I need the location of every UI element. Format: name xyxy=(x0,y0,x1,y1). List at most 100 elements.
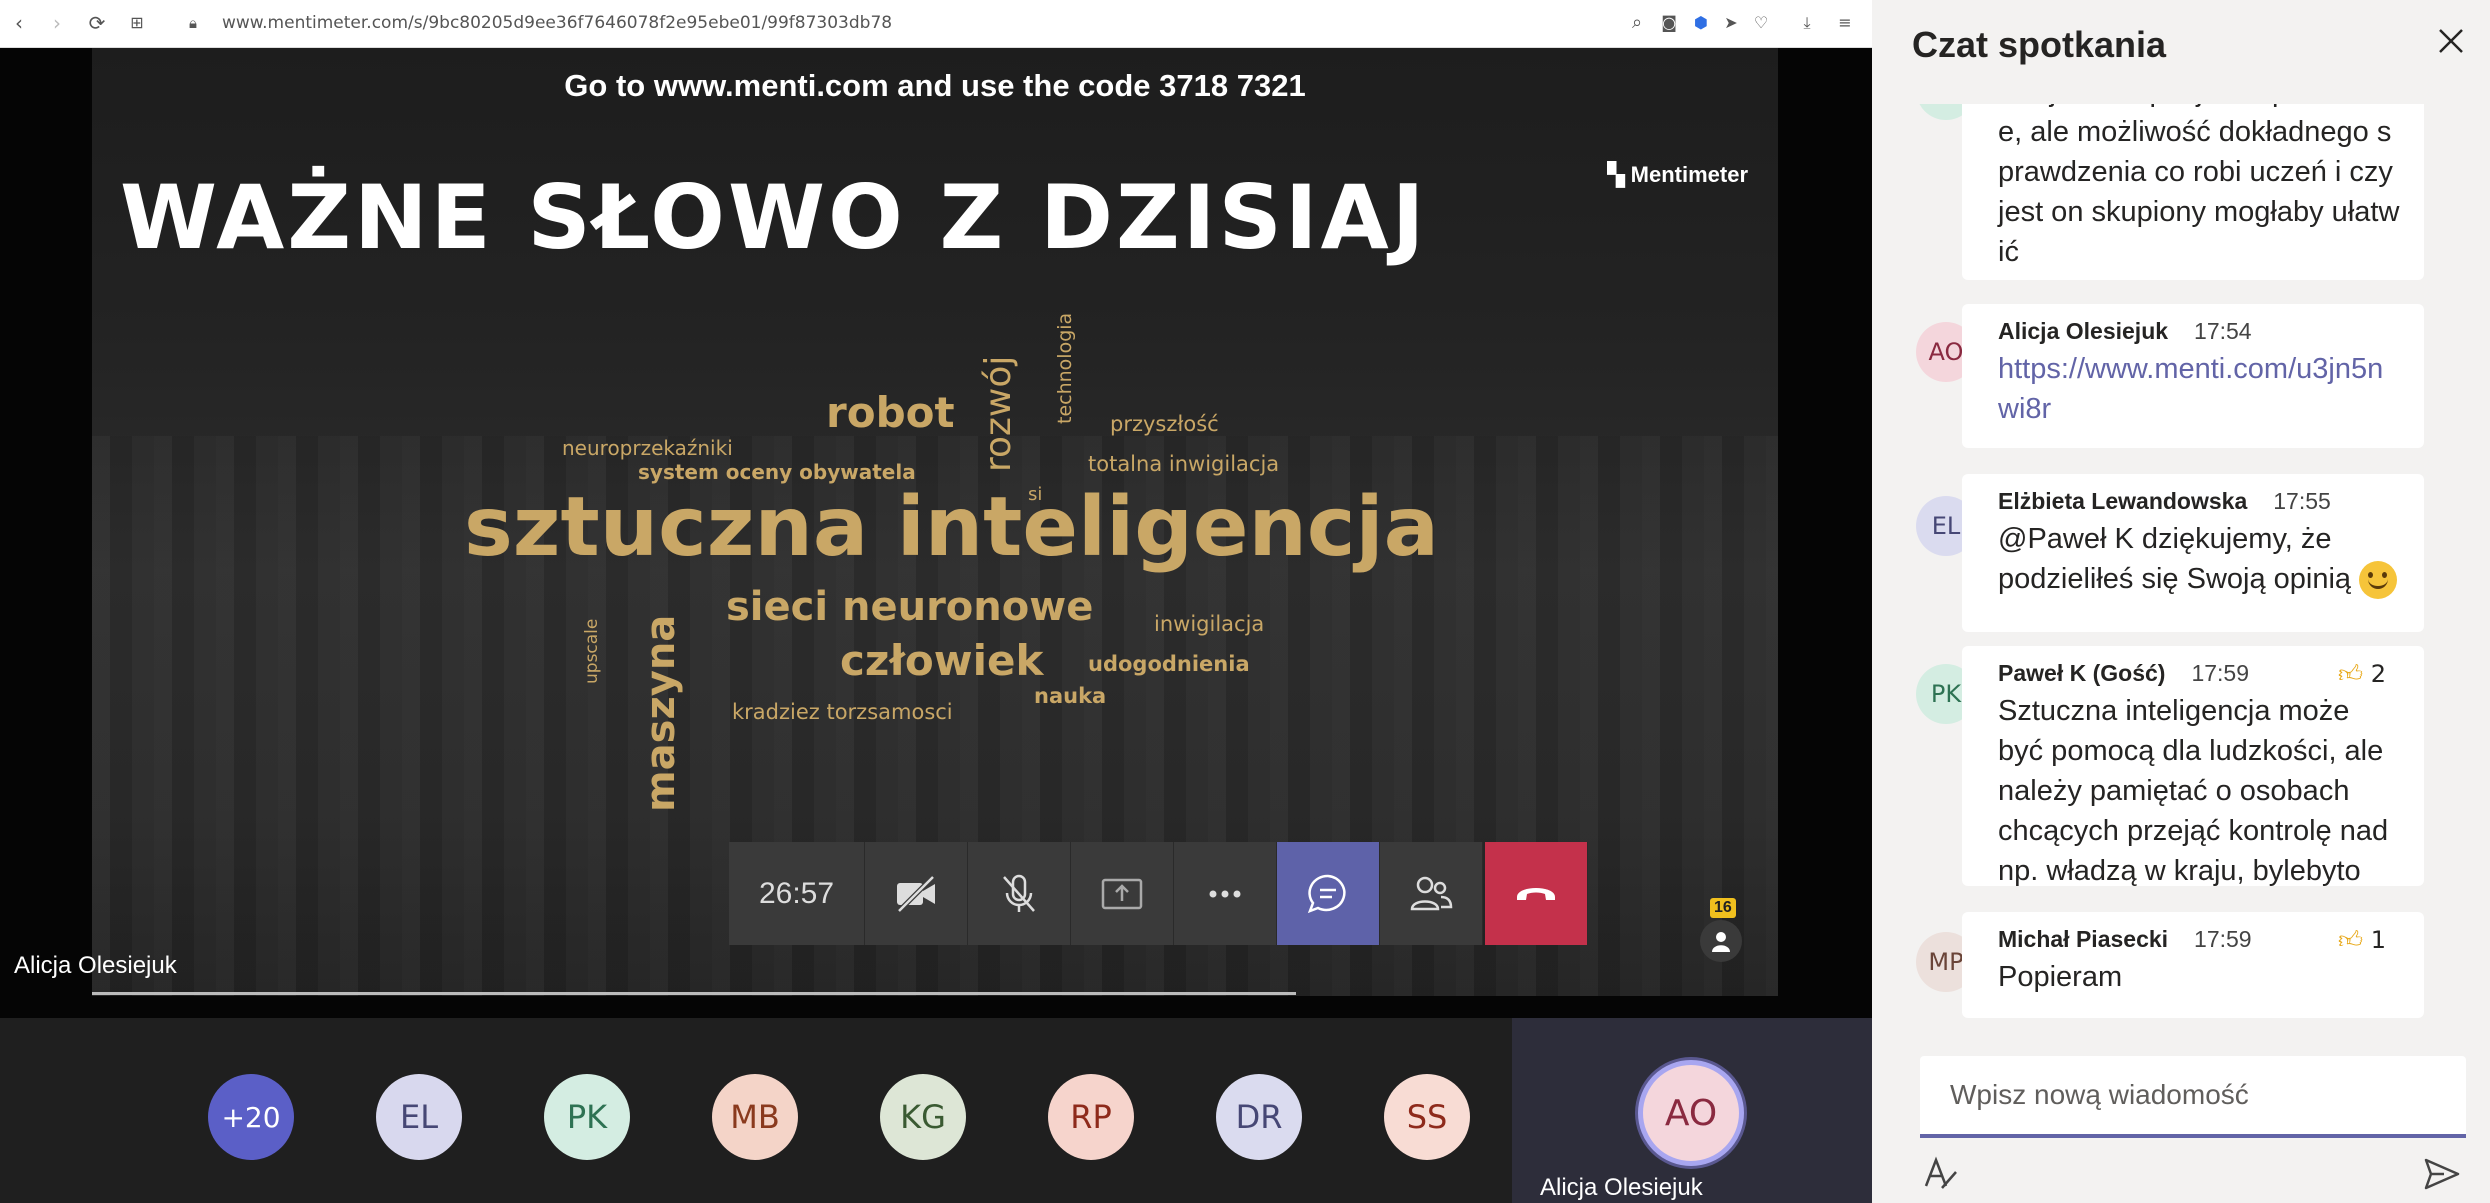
word-cloud-item: przyszłość xyxy=(1110,412,1219,436)
reaction-count: 1 xyxy=(2370,926,2386,954)
presenter-name: Alicja Olesiejuk xyxy=(14,952,177,979)
microphone-off-icon xyxy=(1003,874,1035,912)
heart-icon[interactable]: ♡ xyxy=(1750,12,1772,34)
message-list[interactable]: Nie jest to specjalnie potrzebne, ale mo… xyxy=(1872,104,2490,1024)
camera-icon[interactable]: ◙ xyxy=(1658,12,1680,34)
message-body: Sztuczna inteligencja może być pomocą dl… xyxy=(1998,695,2389,886)
reload-icon[interactable]: ⟳ xyxy=(86,12,108,34)
send-icon[interactable]: ➤ xyxy=(1720,12,1742,34)
self-video-tile[interactable]: AO Alicja Olesiejuk xyxy=(1512,1018,1872,1203)
chat-message[interactable]: Nie jest to specjalnie potrzebne, ale mo… xyxy=(1962,104,2424,280)
reaction[interactable]: 👍︎ 1 xyxy=(2338,926,2386,955)
camera-off-icon xyxy=(897,874,935,913)
thumbs-up-icon: 👍︎ xyxy=(2337,660,2364,688)
word-cloud-item: sztuczna inteligencja xyxy=(464,480,1439,575)
self-avatar: AO xyxy=(1638,1060,1744,1166)
slide-title: WAŻNE SŁOWO Z DZISIAJ xyxy=(120,166,1428,269)
avatar[interactable]: RP xyxy=(1048,1074,1134,1160)
message-body: @Paweł K dziękujemy, że podzieliłeś się … xyxy=(1998,519,2424,600)
share-screen-button[interactable] xyxy=(1071,842,1174,945)
avatar[interactable]: +20 xyxy=(208,1074,294,1160)
mentimeter-logo-text: Mentimeter xyxy=(1630,162,1748,187)
message-time: 17:59 xyxy=(2191,660,2249,686)
mute-button[interactable] xyxy=(968,842,1071,945)
format-icon[interactable] xyxy=(1920,1154,1960,1194)
participant-strip: +20 EL PK MB KG RP DR SS AO Alicja Olesi… xyxy=(0,1018,1872,1203)
chat-message[interactable]: Michał Piasecki 17:59 👍︎ 1 Popieram xyxy=(1962,912,2424,1018)
send-icon[interactable] xyxy=(2422,1154,2462,1194)
teams-meeting-window: ‹ › ⟳ ⊞ 🔒︎ www.mentimeter.com/s/9bc80205… xyxy=(0,0,2490,1203)
address-bar[interactable]: www.mentimeter.com/s/9bc80205d9ee36f7646… xyxy=(222,13,892,33)
word-cloud-item: system oceny obywatela xyxy=(638,460,916,484)
message-body: Nie jest to specjalnie potrzebne, ale mo… xyxy=(1998,104,2400,268)
avatar[interactable]: KG xyxy=(880,1074,966,1160)
message-time: 17:54 xyxy=(2194,318,2252,344)
word-cloud-item: upscale xyxy=(582,618,602,684)
message-header: Alicja Olesiejuk 17:54 xyxy=(1998,318,2424,345)
chat-toggle-button[interactable] xyxy=(1277,842,1380,945)
download-icon[interactable]: ⤓ xyxy=(1796,12,1818,34)
person-icon xyxy=(1700,920,1742,962)
camera-off-button[interactable] xyxy=(865,842,968,945)
participant-count-indicator[interactable]: 16 xyxy=(1700,898,1744,962)
word-cloud-item: inwigilacja xyxy=(1154,612,1265,636)
message-author: Paweł K (Gość) xyxy=(1998,660,2166,686)
participants-button[interactable] xyxy=(1380,842,1483,945)
shield-icon[interactable]: ⬢ xyxy=(1690,12,1712,34)
browser-toolbar: ‹ › ⟳ ⊞ 🔒︎ www.mentimeter.com/s/9bc80205… xyxy=(0,0,1872,48)
thumbs-up-icon: 👍︎ xyxy=(2337,926,2364,954)
word-cloud-item: maszyna xyxy=(638,614,684,812)
mentimeter-logo-icon: ▚ xyxy=(1607,162,1631,187)
participant-count-badge: 16 xyxy=(1710,898,1736,918)
smile-emoji-icon xyxy=(2359,561,2398,600)
word-cloud-item: totalna inwigilacja xyxy=(1088,452,1280,476)
message-text: @Paweł K dziękujemy, że podzieliłeś się … xyxy=(1998,523,2352,595)
hang-up-button[interactable] xyxy=(1485,842,1588,945)
avatar[interactable]: DR xyxy=(1216,1074,1302,1160)
message-author: Michał Piasecki xyxy=(1998,926,2169,952)
compose-box[interactable] xyxy=(1920,1056,2466,1138)
word-cloud-item: robot xyxy=(826,388,955,437)
avatar[interactable]: EL xyxy=(376,1074,462,1160)
message-time: 17:59 xyxy=(2194,926,2252,952)
more-actions-button[interactable] xyxy=(1174,842,1277,945)
banner-text: Go to xyxy=(564,68,654,103)
self-name: Alicja Olesiejuk xyxy=(1540,1174,1703,1201)
message-input[interactable] xyxy=(1920,1056,2466,1134)
word-cloud-item: nauka xyxy=(1034,684,1107,708)
slide-progress-bar xyxy=(92,992,1296,995)
reaction[interactable]: 👍︎ 2 xyxy=(2338,660,2386,689)
avatar[interactable]: SS xyxy=(1384,1074,1470,1160)
chat-icon xyxy=(1307,874,1346,913)
chat-message[interactable]: Alicja Olesiejuk 17:54 https://www.menti.… xyxy=(1962,304,2424,448)
banner-site: www.menti.com xyxy=(653,68,889,103)
close-icon[interactable] xyxy=(2436,26,2466,56)
word-cloud-item: kradziez torzsamosci xyxy=(732,700,953,724)
word-cloud-item: rozwój xyxy=(978,355,1019,472)
forward-icon[interactable]: › xyxy=(46,12,68,34)
banner-code: 3718 7321 xyxy=(1159,68,1306,103)
search-icon[interactable]: ⌕ xyxy=(1626,12,1648,34)
message-header: Elżbieta Lewandowska 17:55 xyxy=(1998,488,2424,515)
shared-screen: ‹ › ⟳ ⊞ 🔒︎ www.mentimeter.com/s/9bc80205… xyxy=(0,0,1872,1018)
hang-up-icon xyxy=(1517,887,1555,900)
word-cloud-item: udogodnienia xyxy=(1088,652,1250,676)
avatar[interactable]: PK xyxy=(544,1074,630,1160)
chat-message[interactable]: Paweł K (Gość) 17:59 👍︎ 2 Sztuczna inteli… xyxy=(1962,646,2424,886)
message-time: 17:55 xyxy=(2273,488,2331,514)
meeting-chat-panel: Czat spotkania Nie jest to specjalnie po… xyxy=(1872,0,2490,1203)
more-icon xyxy=(1209,890,1241,897)
lock-icon: 🔒︎ xyxy=(189,14,197,32)
word-cloud-item: neuroprzekaźniki xyxy=(562,436,733,460)
chat-message[interactable]: Elżbieta Lewandowska 17:55 @Paweł K dzięk… xyxy=(1962,474,2424,632)
word-cloud-item: sieci neuronowe xyxy=(726,584,1094,630)
menu-icon[interactable]: ≡ xyxy=(1834,12,1856,34)
slide-banner: Go to www.menti.com and use the code 371… xyxy=(92,68,1778,104)
back-icon[interactable]: ‹ xyxy=(8,12,30,34)
grid-icon[interactable]: ⊞ xyxy=(126,12,148,34)
avatar[interactable]: MB xyxy=(712,1074,798,1160)
people-icon xyxy=(1410,876,1453,910)
message-link[interactable]: https://www.menti.com/u3jn5nwi8r xyxy=(1998,349,2424,429)
message-author: Elżbieta Lewandowska xyxy=(1998,488,2248,514)
meeting-controls: 26:57 xyxy=(729,842,1588,945)
